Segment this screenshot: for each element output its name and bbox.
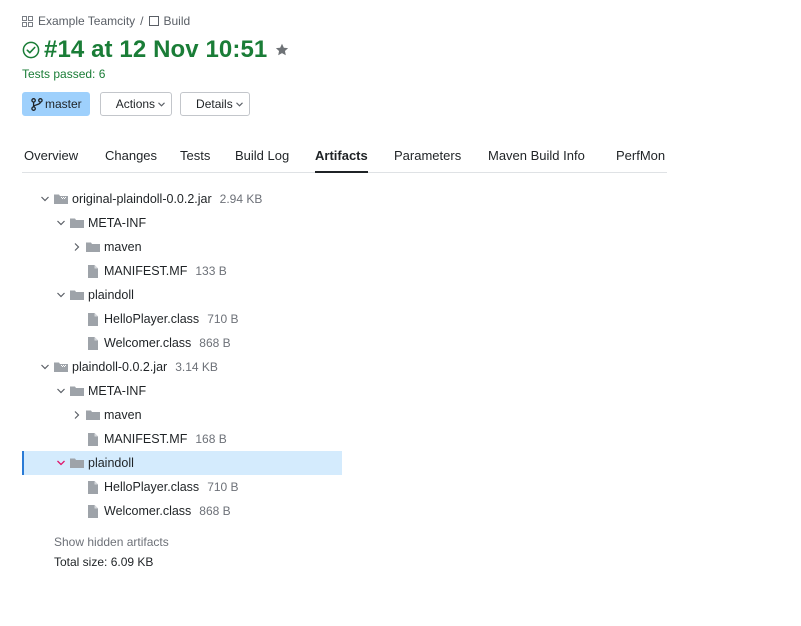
chevron-down-icon[interactable]: [56, 458, 66, 468]
actions-dropdown[interactable]: Actions: [99, 92, 173, 116]
artifact-name: plaindoll: [88, 456, 134, 470]
tab-parameters[interactable]: Parameters: [394, 146, 461, 172]
breadcrumb-build-link[interactable]: Build: [164, 14, 191, 28]
tab-overview[interactable]: Overview: [24, 146, 78, 172]
tree-row-file[interactable]: Welcomer.class 868 B: [22, 499, 342, 523]
tree-row-folder[interactable]: META-INF: [22, 211, 342, 235]
artifact-size: 133 B: [195, 264, 227, 278]
branch-icon: [31, 97, 43, 111]
breadcrumb-project-link[interactable]: Example Teamcity: [38, 14, 135, 28]
tests-status[interactable]: Tests passed: 6: [22, 67, 105, 81]
archive-icon: [54, 362, 68, 372]
artifact-size: 868 B: [199, 336, 231, 350]
archive-icon: [54, 194, 68, 204]
file-icon: [88, 265, 98, 278]
artifact-size: 168 B: [195, 432, 227, 446]
artifact-size: 710 B: [207, 480, 239, 494]
artifact-name: META-INF: [88, 384, 147, 398]
tree-row-file[interactable]: HelloPlayer.class 710 B: [22, 307, 342, 331]
tab-maven-build-info[interactable]: Maven Build Info: [488, 146, 585, 172]
folder-icon: [70, 386, 84, 396]
artifacts-tree: original-plaindoll-0.0.2.jar 2.94 KB META…: [22, 187, 342, 523]
artifact-name[interactable]: MANIFEST.MF: [104, 264, 187, 278]
page-title: #14 at 12 Nov 10:51: [44, 36, 268, 63]
artifact-name[interactable]: HelloPlayer.class: [104, 480, 199, 494]
file-icon: [88, 313, 98, 326]
tab-artifacts[interactable]: Artifacts: [315, 146, 368, 173]
artifact-size: 3.14 KB: [175, 360, 218, 374]
breadcrumb-separator: /: [140, 14, 144, 28]
artifact-name: original-plaindoll-0.0.2.jar: [72, 192, 212, 206]
tab-perfmon[interactable]: PerfMon: [616, 146, 665, 172]
branch-label: master: [45, 97, 82, 111]
artifact-name[interactable]: Welcomer.class: [104, 336, 191, 350]
actions-label: Actions: [115, 97, 156, 111]
tree-row-folder[interactable]: plaindoll: [22, 283, 342, 307]
folder-icon: [86, 242, 100, 252]
chevron-down-icon[interactable]: [56, 386, 66, 396]
chevron-down-icon: [235, 101, 243, 107]
folder-icon: [70, 458, 84, 468]
artifact-name: plaindoll: [88, 288, 134, 302]
artifact-name: maven: [104, 408, 142, 422]
folder-icon: [86, 410, 100, 420]
action-bar: master Actions Details: [22, 92, 258, 116]
artifact-name: maven: [104, 240, 142, 254]
chevron-down-icon[interactable]: [56, 290, 66, 300]
chevron-down-icon[interactable]: [56, 218, 66, 228]
chevron-down-icon[interactable]: [40, 362, 50, 372]
details-label: Details: [196, 97, 233, 111]
chevron-right-icon[interactable]: [72, 242, 82, 252]
tab-bar: Overview Changes Tests Build Log Artifac…: [22, 146, 667, 173]
artifact-name: plaindoll-0.0.2.jar: [72, 360, 168, 374]
artifact-name: META-INF: [88, 216, 147, 230]
tree-row-folder[interactable]: maven: [22, 403, 342, 427]
tree-row-folder-selected[interactable]: plaindoll: [22, 451, 342, 475]
artifact-name[interactable]: Welcomer.class: [104, 504, 191, 518]
tab-changes[interactable]: Changes: [105, 146, 157, 172]
artifact-size: 868 B: [199, 504, 231, 518]
artifact-name[interactable]: MANIFEST.MF: [104, 432, 187, 446]
artifact-size: 710 B: [207, 312, 239, 326]
file-icon: [88, 433, 98, 446]
success-check-icon: [22, 41, 40, 59]
folder-icon: [70, 290, 84, 300]
tab-tests[interactable]: Tests: [180, 146, 210, 172]
chevron-down-icon[interactable]: [40, 194, 50, 204]
artifact-name[interactable]: HelloPlayer.class: [104, 312, 199, 326]
artifact-size: 2.94 KB: [219, 192, 263, 206]
tree-row-archive[interactable]: original-plaindoll-0.0.2.jar 2.94 KB: [22, 187, 342, 211]
project-grid-icon: [22, 15, 33, 27]
show-hidden-artifacts-link[interactable]: Show hidden artifacts: [54, 535, 169, 549]
file-icon: [88, 337, 98, 350]
branch-button[interactable]: master: [22, 92, 90, 116]
tab-build-log[interactable]: Build Log: [235, 146, 289, 172]
file-icon: [88, 481, 98, 494]
star-icon[interactable]: [275, 43, 289, 57]
file-icon: [88, 505, 98, 518]
tree-row-folder[interactable]: maven: [22, 235, 342, 259]
tree-row-file[interactable]: MANIFEST.MF 168 B: [22, 427, 342, 451]
tree-row-file[interactable]: Welcomer.class 868 B: [22, 331, 342, 355]
total-size: Total size: 6.09 KB: [54, 555, 154, 569]
folder-icon: [70, 218, 84, 228]
details-dropdown[interactable]: Details: [180, 92, 250, 116]
tree-row-file[interactable]: MANIFEST.MF 133 B: [22, 259, 342, 283]
chevron-down-icon: [158, 101, 165, 107]
tree-row-folder[interactable]: META-INF: [22, 379, 342, 403]
build-header: #14 at 12 Nov 10:51: [22, 36, 289, 64]
breadcrumb: Example Teamcity / Build: [22, 13, 190, 29]
tree-row-file[interactable]: HelloPlayer.class 710 B: [22, 475, 342, 499]
tree-row-archive[interactable]: plaindoll-0.0.2.jar 3.14 KB: [22, 355, 342, 379]
chevron-right-icon[interactable]: [72, 410, 82, 420]
build-config-icon: [148, 16, 159, 26]
